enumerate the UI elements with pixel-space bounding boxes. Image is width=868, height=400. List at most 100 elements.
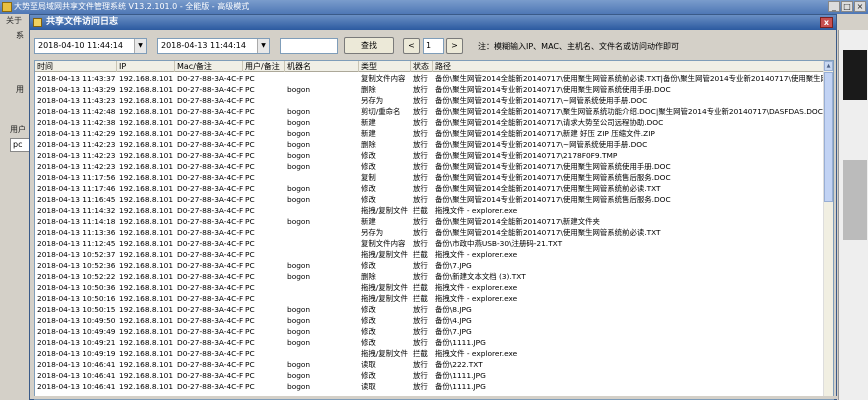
cell-time: 2018-04-13 11:43:37 — [37, 74, 116, 83]
column-header-mac[interactable]: Mac/备注 — [175, 61, 243, 72]
cell-mac: D0-27-88-3A-4C-F6 — [177, 250, 243, 259]
cell-time: 2018-04-13 10:50:15 — [37, 305, 116, 314]
cell-status: 放行 — [413, 360, 428, 369]
prev-page-button[interactable]: < — [403, 38, 420, 54]
minimize-icon[interactable]: _ — [828, 1, 840, 12]
cell-path: 备份\8.JPG — [435, 305, 472, 314]
table-row[interactable]: 2018-04-13 11:42:23 192.168.8.101 D0-27-88… — [35, 150, 825, 161]
table-row[interactable]: 2018-04-13 10:50:36 192.168.8.101 D0-27-88… — [35, 282, 825, 293]
chevron-down-icon[interactable]: ▼ — [134, 39, 146, 53]
cell-mac: D0-27-88-3A-4C-F6 — [177, 107, 243, 116]
cell-mac: D0-27-88-3A-4C-F6 — [177, 316, 243, 325]
table-row[interactable]: 2018-04-13 11:17:46 192.168.8.101 D0-27-88… — [35, 183, 825, 194]
cell-ip: 192.168.8.101 — [119, 118, 174, 127]
table-row[interactable]: 2018-04-13 10:50:16 192.168.8.101 D0-27-88… — [35, 293, 825, 304]
column-header-user[interactable]: 用户/备注 — [243, 61, 285, 72]
cell-time: 2018-04-13 10:46:41 — [37, 382, 116, 391]
end-date-picker[interactable]: 2018-04-13 11:44:14 ▼ — [157, 38, 270, 54]
cell-user: PC — [245, 162, 255, 171]
cell-status: 放行 — [413, 173, 428, 182]
cell-status: 放行 — [413, 382, 428, 391]
table-row[interactable]: 2018-04-13 10:49:19 192.168.8.101 D0-27-88… — [35, 348, 825, 359]
table-row[interactable]: 2018-04-13 10:49:21 192.168.8.101 D0-27-88… — [35, 337, 825, 348]
table-row[interactable]: 2018-04-13 10:46:41 192.168.8.101 D0-27-88… — [35, 370, 825, 381]
cell-ip: 192.168.8.101 — [119, 74, 174, 83]
table-row[interactable]: 2018-04-13 11:42:23 192.168.8.101 D0-27-88… — [35, 161, 825, 172]
cell-status: 放行 — [413, 184, 428, 193]
vertical-scrollbar[interactable]: ▲ — [823, 61, 833, 399]
cell-status: 拦截 — [413, 294, 428, 303]
cell-time: 2018-04-13 11:14:18 — [37, 217, 116, 226]
cell-status: 放行 — [413, 129, 428, 138]
table-row[interactable]: 2018-04-13 11:14:32 192.168.8.101 D0-27-88… — [35, 205, 825, 216]
scrollbar-thumb[interactable] — [824, 72, 833, 202]
cell-hostname — [285, 249, 359, 260]
scroll-up-icon[interactable]: ▲ — [824, 61, 833, 71]
column-header-time[interactable]: 时间 — [35, 61, 117, 72]
cell-ip: 192.168.8.101 — [119, 272, 174, 281]
maximize-icon[interactable]: □ — [841, 1, 853, 12]
table-row[interactable]: 2018-04-13 10:46:41 192.168.8.101 D0-27-88… — [35, 359, 825, 370]
column-header-path[interactable]: 路径 — [433, 61, 825, 72]
table-row[interactable]: 2018-04-13 10:52:22 192.168.8.101 D0-27-88… — [35, 271, 825, 282]
access-log-table[interactable]: 时间 IP Mac/备注 用户/备注 机器名 类型 状态 路径 2018-04-… — [34, 60, 834, 400]
table-row[interactable]: 2018-04-13 11:42:38 192.168.8.101 D0-27-88… — [35, 117, 825, 128]
dialog-close-button[interactable]: x — [820, 17, 833, 28]
main-menu-fragment[interactable]: 关于 — [0, 14, 22, 28]
cell-hostname — [285, 293, 359, 304]
close-icon[interactable]: × — [854, 1, 866, 12]
find-button[interactable]: 查找 — [344, 37, 394, 54]
cell-status: 放行 — [413, 107, 428, 116]
cell-ip: 192.168.8.101 — [119, 316, 174, 325]
cell-ip: 192.168.8.101 — [119, 107, 174, 116]
column-header-ip[interactable]: IP — [117, 61, 175, 72]
cell-status: 放行 — [413, 85, 428, 94]
cell-mac: D0-27-88-3A-4C-F6 — [177, 96, 243, 105]
start-date-picker[interactable]: 2018-04-10 11:44:14 ▼ — [34, 38, 147, 54]
cell-path: 备份\1111.JPG — [435, 382, 486, 391]
cell-path: 备份\聚生网管2014专业新20140717\~网管系统使用手册.DOC — [435, 96, 648, 105]
table-row[interactable]: 2018-04-13 11:43:29 192.168.8.101 D0-27-88… — [35, 84, 825, 95]
cell-user: PC — [245, 338, 255, 347]
search-input[interactable] — [280, 38, 338, 54]
table-row[interactable]: 2018-04-13 11:12:45 192.168.8.101 D0-27-88… — [35, 238, 825, 249]
table-row[interactable]: 2018-04-13 10:52:37 192.168.8.101 D0-27-88… — [35, 249, 825, 260]
cell-hostname: bogon — [287, 151, 311, 160]
column-header-hostname[interactable]: 机器名 — [285, 61, 359, 72]
cell-user: PC — [245, 316, 255, 325]
cell-hostname: bogon — [287, 85, 311, 94]
cell-hostname: bogon — [287, 107, 311, 116]
cell-status: 放行 — [413, 140, 428, 149]
table-row[interactable]: 2018-04-13 10:49:49 192.168.8.101 D0-27-88… — [35, 326, 825, 337]
table-row[interactable]: 2018-04-13 11:42:23 192.168.8.101 D0-27-88… — [35, 139, 825, 150]
cell-hostname — [285, 227, 359, 238]
cell-user: PC — [245, 349, 255, 358]
column-header-status[interactable]: 状态 — [411, 61, 433, 72]
left-label-1: 系 — [16, 31, 24, 40]
table-row[interactable]: 2018-04-13 10:46:41 192.168.8.101 D0-27-88… — [35, 381, 825, 392]
cell-user: PC — [245, 195, 255, 204]
table-row[interactable]: 2018-04-13 11:42:48 192.168.8.101 D0-27-88… — [35, 106, 825, 117]
next-page-button[interactable]: > — [446, 38, 463, 54]
table-row[interactable]: 2018-04-13 11:13:36 192.168.8.101 D0-27-88… — [35, 227, 825, 238]
table-row[interactable]: 2018-04-13 11:17:56 192.168.8.101 D0-27-88… — [35, 172, 825, 183]
table-row[interactable]: 2018-04-13 10:52:36 192.168.8.101 D0-27-88… — [35, 260, 825, 271]
cell-hostname: bogon — [287, 360, 311, 369]
cell-type: 新建 — [361, 217, 376, 226]
cell-mac: D0-27-88-3A-4C-F6 — [177, 382, 243, 391]
table-row[interactable]: 2018-04-13 11:43:23 192.168.8.101 D0-27-88… — [35, 95, 825, 106]
column-header-type[interactable]: 类型 — [359, 61, 411, 72]
cell-time: 2018-04-13 11:14:32 — [37, 206, 116, 215]
chevron-down-icon[interactable]: ▼ — [257, 39, 269, 53]
cell-user: PC — [245, 294, 255, 303]
cell-user: PC — [245, 261, 255, 270]
table-row[interactable]: 2018-04-13 11:42:29 192.168.8.101 D0-27-88… — [35, 128, 825, 139]
table-row[interactable]: 2018-04-13 10:49:50 192.168.8.101 D0-27-88… — [35, 315, 825, 326]
table-row[interactable]: 2018-04-13 11:14:18 192.168.8.101 D0-27-88… — [35, 216, 825, 227]
page-number-input[interactable]: 1 — [423, 38, 444, 54]
cell-user: PC — [245, 327, 255, 336]
cell-time: 2018-04-13 11:42:23 — [37, 162, 116, 171]
table-row[interactable]: 2018-04-13 11:43:37 192.168.8.101 D0-27-88… — [35, 73, 825, 84]
table-row[interactable]: 2018-04-13 10:50:15 192.168.8.101 D0-27-88… — [35, 304, 825, 315]
table-row[interactable]: 2018-04-13 11:16:45 192.168.8.101 D0-27-88… — [35, 194, 825, 205]
